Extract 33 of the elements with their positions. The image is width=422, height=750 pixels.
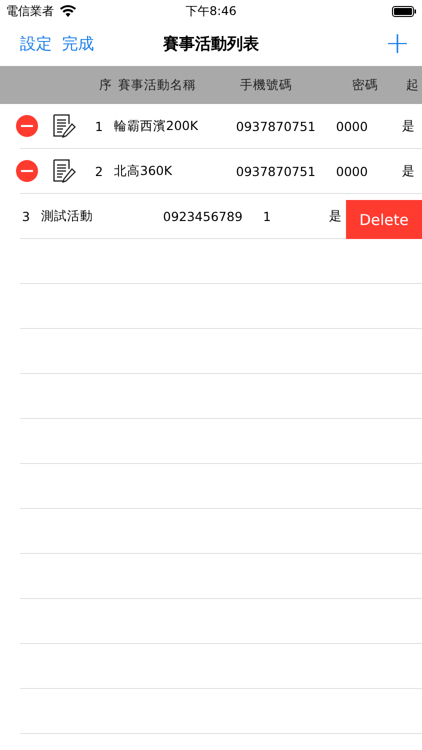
row-text: 3 bbox=[22, 208, 31, 224]
row-text: 是 bbox=[329, 208, 341, 224]
table-cell-text: 0937870751 bbox=[236, 164, 317, 178]
table-cell-text: 0000 bbox=[336, 164, 369, 178]
table-cell-text: 北高360K bbox=[114, 162, 174, 180]
screen-title: 賽事活動列表 bbox=[163, 34, 259, 54]
table-cell-text: 0000 bbox=[336, 118, 369, 134]
table-cell: 是 bbox=[402, 118, 414, 134]
table-cell-text: 1 bbox=[95, 118, 104, 134]
edit-document-icon[interactable] bbox=[51, 158, 77, 184]
nav-button[interactable]: 設定 bbox=[18, 34, 54, 54]
carrier-name: 電信業者 bbox=[6, 2, 54, 20]
table-cell-text: 輪霸西濱200K bbox=[114, 118, 200, 134]
delete-control-icon[interactable] bbox=[16, 115, 38, 137]
column-header: 起 bbox=[406, 76, 418, 94]
add-button[interactable]: + bbox=[384, 29, 410, 59]
battery-icon bbox=[392, 6, 416, 16]
row-text: 1 bbox=[263, 208, 272, 224]
column-header: 密碼 bbox=[351, 76, 379, 94]
nav-button[interactable]: 完成 bbox=[60, 34, 96, 54]
delete-control-icon[interactable] bbox=[16, 160, 38, 182]
column-header: 序 bbox=[99, 76, 113, 94]
table-cell: 是 bbox=[402, 162, 414, 180]
column-header: 手機號碼 bbox=[240, 76, 293, 94]
wifi-icon bbox=[60, 5, 76, 17]
table-cell-text: 2 bbox=[95, 164, 104, 178]
edit-document-icon[interactable] bbox=[51, 113, 77, 139]
status-time: 下午8:46 bbox=[186, 2, 236, 20]
delete-button[interactable]: Delete bbox=[346, 200, 422, 239]
column-header: 賽事活動名稱 bbox=[118, 76, 197, 94]
row-text: 0923456789 bbox=[163, 208, 244, 224]
row-text: 測試活動 bbox=[41, 208, 94, 224]
table-cell-text: 0937870751 bbox=[236, 118, 317, 134]
